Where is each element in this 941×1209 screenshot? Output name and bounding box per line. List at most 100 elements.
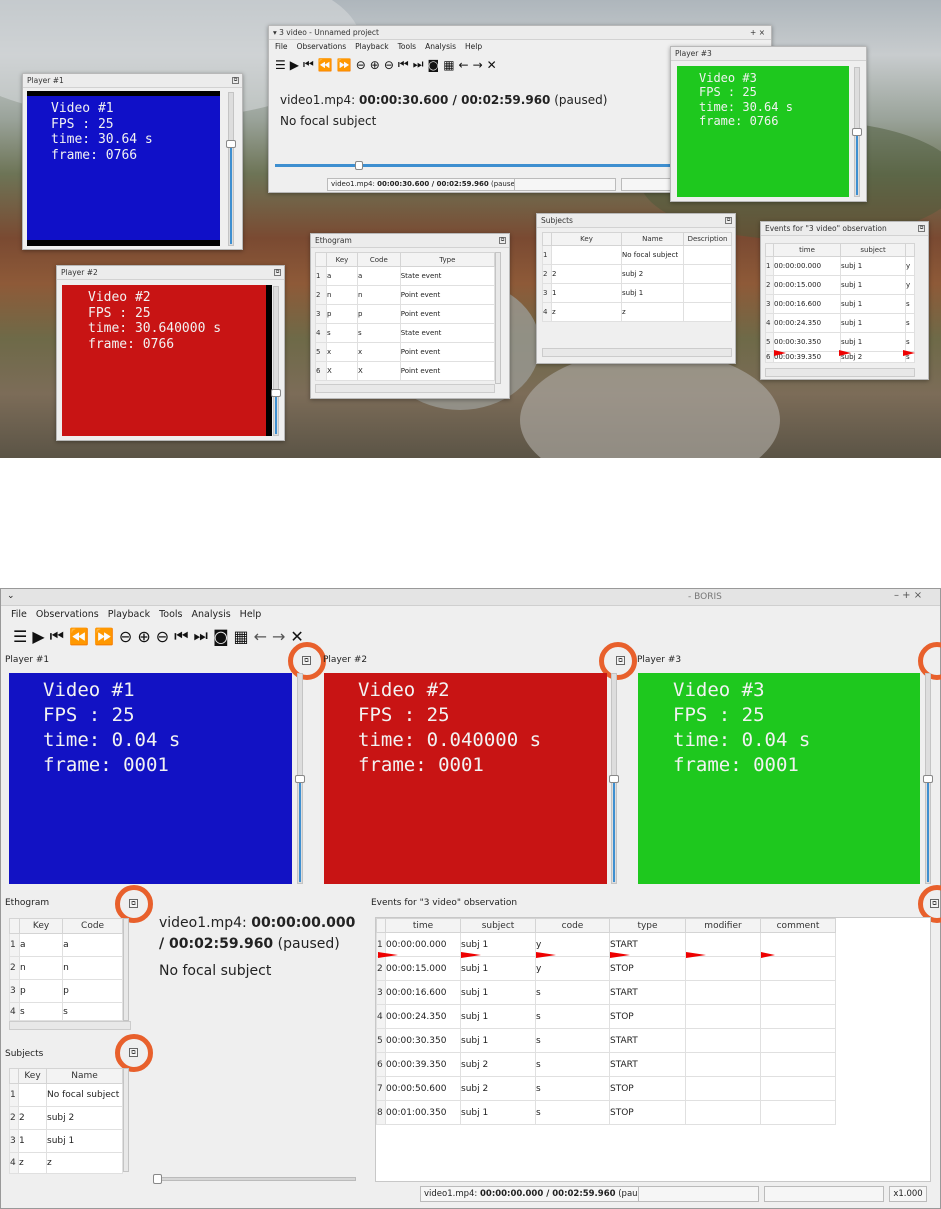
jump-start-icon[interactable]: ⏮ [50,626,64,646]
horizontal-scrollbar[interactable] [315,384,495,393]
zoom-in-icon[interactable]: ⊕ [137,627,150,646]
table-row[interactable]: 3 00:00:16.600 subj 1s [765,294,915,314]
zoom-out-icon[interactable]: ⊖ [384,58,394,72]
player-2-volume-slider[interactable] [271,286,281,436]
media-slider-handle[interactable] [153,1174,162,1184]
float-icon[interactable]: ⧉ [725,217,732,224]
table-row[interactable]: 2 n n Point event [315,285,496,305]
table-row[interactable]: 6 00:00:39.350 subj 2 s START [376,1052,836,1077]
frame-by-frame-icon[interactable]: ▦ [233,627,248,646]
table-row[interactable]: 2 00:00:15.000 subj 1y [765,275,915,295]
zoom-reset-icon[interactable]: ⊖ [119,627,132,646]
ethogram-table[interactable]: Key Code 1aa 2nn 3pp 4ss [9,918,123,1021]
player-1-volume-slider[interactable] [226,92,236,246]
table-row[interactable]: 3 p p Point event [315,304,496,324]
table-row[interactable]: 4ss [9,1002,123,1021]
menu-help[interactable]: Help [465,42,482,51]
subjects-table[interactable]: Key Name 1 No focal subject 2 2 subj 2 3 1 sub… [9,1068,123,1174]
zoom-in-icon[interactable]: ⊕ [370,58,380,72]
float-icon[interactable]: ⧉ [499,237,506,244]
ethogram-table[interactable]: Key Code Type 1 a a State event 2 n n Point even… [315,252,496,381]
menu-playback[interactable]: Playback [355,42,388,51]
previous-media-icon[interactable]: ⏮ [174,626,188,646]
menu-file[interactable]: File [11,609,27,620]
media-slider-handle[interactable] [355,161,363,170]
list-icon[interactable]: ☰ [275,58,286,72]
table-row[interactable]: 4zz [9,1152,123,1174]
jump-start-icon[interactable]: ⏮ [303,57,314,72]
table-row[interactable]: 8 00:01:00.350 subj 1 s STOP [376,1100,836,1125]
table-row[interactable]: 3 00:00:16.600 subj 1 s START [376,980,836,1005]
menu-help[interactable]: Help [240,609,262,620]
window-controls[interactable]: + × [750,26,765,39]
vertical-scrollbar[interactable] [123,1068,129,1172]
table-row[interactable]: 4 00:00:24.350 subj 1s [765,313,915,333]
snapshot-icon[interactable]: ◙ [213,627,229,646]
menu-analysis[interactable]: Analysis [192,609,231,620]
vertical-scrollbar[interactable] [123,918,129,1021]
table-row[interactable]: 1 No focal subject [542,245,732,265]
list-icon[interactable]: ☰ [13,627,27,646]
table-row[interactable]: 2 2 subj 2 [542,264,732,284]
back-arrow-icon[interactable]: ← [254,627,267,646]
horizontal-scrollbar[interactable] [765,368,915,377]
media-position-slider[interactable] [275,161,671,170]
menu-tools[interactable]: Tools [159,609,182,620]
horizontal-scrollbar[interactable] [542,348,732,357]
media-position-slider[interactable] [153,1174,356,1184]
vertical-scrollbar[interactable] [495,252,501,384]
table-row[interactable]: 2 00:00:15.000 subj 1 y STOP [376,956,836,981]
zoom-reset-icon[interactable]: ⊖ [356,58,366,72]
float-icon[interactable]: ⧉ [274,269,281,276]
table-row[interactable]: 4 00:00:24.350 subj 1 s STOP [376,1004,836,1029]
table-row[interactable]: 1 No focal subject [9,1083,123,1107]
horizontal-scrollbar[interactable] [9,1021,131,1030]
table-row[interactable]: 1 a a State event [315,266,496,286]
window-menu-arrow-icon[interactable]: ⌄ [7,591,15,601]
float-icon[interactable]: ⧉ [918,225,925,232]
table-row[interactable]: 4 s s State event [315,323,496,343]
player-2-volume-slider[interactable] [609,673,619,884]
table-row[interactable]: 2 2 subj 2 [9,1106,123,1130]
next-media-icon[interactable]: ⏭ [194,626,208,646]
frame-by-frame-icon[interactable]: ▦ [443,58,454,72]
menu-file[interactable]: File [275,42,288,51]
table-row[interactable]: 3 1 subj 1 [9,1129,123,1153]
menu-tools[interactable]: Tools [398,42,416,51]
table-row[interactable]: 5 00:00:30.350 subj 1s [765,332,915,352]
back-arrow-icon[interactable]: ← [459,58,469,72]
snapshot-icon[interactable]: ◙ [428,58,440,72]
play-icon[interactable]: ▶ [32,627,44,646]
events-table[interactable]: time subject 1 00:00:00.000 subj 1y 2 00:00:… [765,243,915,363]
forward-arrow-icon[interactable]: → [272,627,285,646]
table-row[interactable]: 1 00:00:00.000 subj 1y [765,256,915,276]
menu-playback[interactable]: Playback [108,609,150,620]
player-3-volume-slider[interactable] [923,673,933,884]
table-row[interactable]: 1aa [9,933,123,957]
close-observation-icon[interactable]: ✕ [487,58,497,72]
table-row[interactable]: 3pp [9,979,123,1003]
previous-media-icon[interactable]: ⏮ [398,57,409,72]
player-3-volume-slider[interactable] [852,67,862,197]
fast-forward-icon[interactable]: ⏩ [94,627,114,646]
events-table[interactable]: time subject code type modifier comment 1 00:0… [376,918,836,1125]
float-icon[interactable]: ⧉ [232,77,239,84]
play-icon[interactable]: ▶ [290,58,299,72]
menu-analysis[interactable]: Analysis [425,42,456,51]
table-row[interactable]: 2nn [9,956,123,980]
table-row[interactable]: 5 00:00:30.350 subj 1 s START [376,1028,836,1053]
forward-arrow-icon[interactable]: → [473,58,483,72]
zoom-out-icon[interactable]: ⊖ [156,627,169,646]
rewind-icon[interactable]: ⏪ [69,627,89,646]
menu-observations[interactable]: Observations [36,609,99,620]
table-row[interactable]: 6 X X Point event [315,361,496,381]
fast-forward-icon[interactable]: ⏩ [337,58,352,72]
table-row[interactable]: 7 00:00:50.600 subj 2 s STOP [376,1076,836,1101]
rewind-icon[interactable]: ⏪ [318,58,333,72]
table-row[interactable]: 3 1 subj 1 [542,283,732,303]
next-media-icon[interactable]: ⏭ [413,57,424,72]
player-1-volume-slider[interactable] [295,673,305,884]
menu-observations[interactable]: Observations [297,42,347,51]
window-controls[interactable]: – + × [894,590,922,601]
subjects-table[interactable]: Key Name Description 1 No focal subject 22s… [542,232,732,322]
